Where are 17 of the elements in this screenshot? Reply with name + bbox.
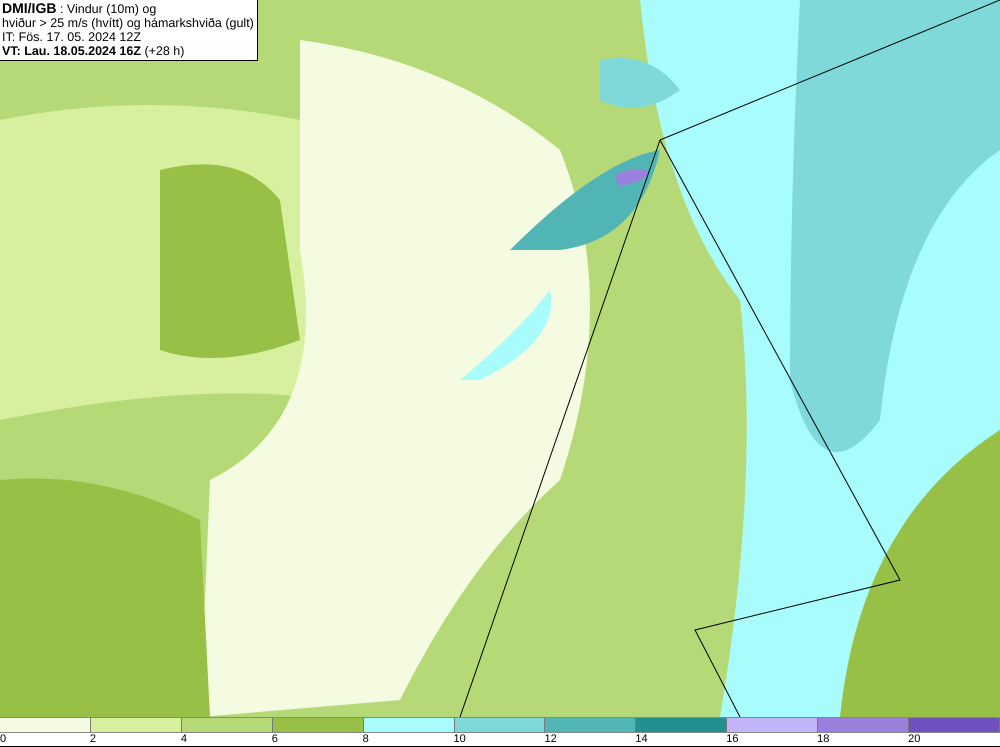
legend-tick-label: 8 [362, 733, 369, 746]
legend-tick-label: 6 [272, 733, 278, 746]
title-text: : Vindur (10m) og [60, 2, 156, 16]
legend-tick-label: 4 [180, 733, 187, 746]
title-text: hviður > 25 m/s (hvítt) og hámarkshviða (gult) [2, 16, 254, 30]
lead-time: (+28 h) [144, 44, 184, 58]
legend-tick-label: 20 [908, 733, 920, 746]
valid-time: VT: Lau. 18.05.2024 16Z [2, 44, 141, 58]
legend-tick-label: 10 [454, 733, 466, 746]
legend-tick-label: 16 [726, 733, 739, 746]
legend-tick-label: 18 [817, 733, 830, 746]
legend-tick-label: 0 [0, 733, 6, 746]
source-label: DMI/IGB [2, 0, 56, 16]
legend-tick-label: 2 [90, 733, 96, 746]
legend-tick-label: 12 [544, 733, 557, 746]
legend-tick-label: 14 [635, 733, 648, 746]
issue-time: IT: Fös. 17. 05. 2024 12Z [2, 30, 142, 44]
